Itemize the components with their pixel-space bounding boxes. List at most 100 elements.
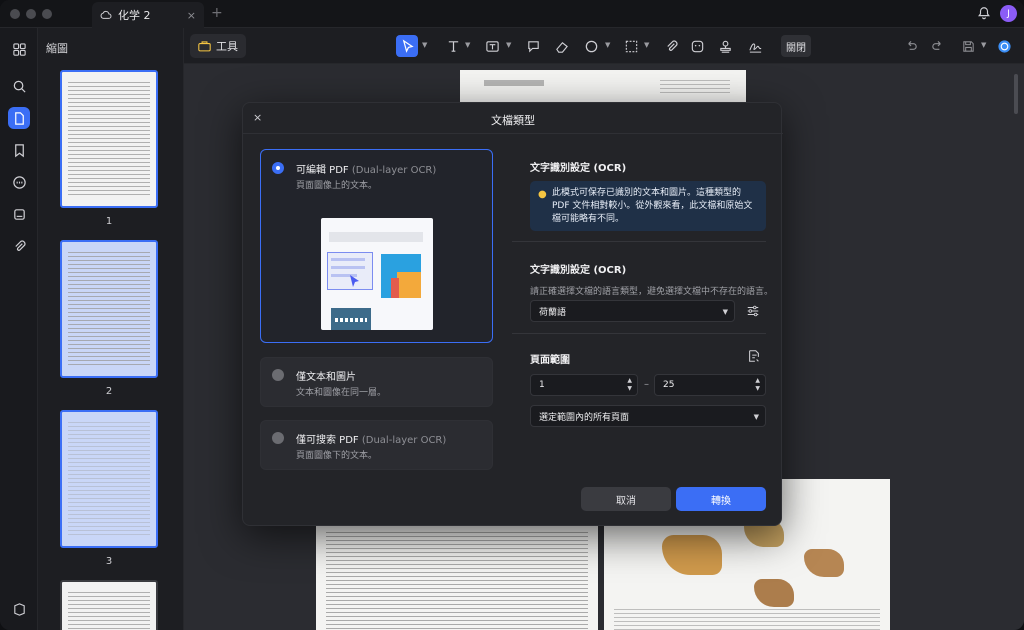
option-title: 僅文本和圖片 xyxy=(296,372,356,383)
signature-tool-button[interactable] xyxy=(746,37,764,55)
option-radio[interactable] xyxy=(272,162,284,174)
range-to-stepper[interactable]: 25 ▲ ▼ xyxy=(654,374,766,396)
page-icon xyxy=(14,111,24,125)
editable-pdf-illustration xyxy=(321,218,433,330)
text-icon xyxy=(448,40,458,52)
circle-icon xyxy=(585,40,597,52)
left-rail xyxy=(0,28,38,630)
area-tool-button[interactable] xyxy=(622,37,640,55)
option-text-and-images[interactable]: 僅文本和圖片 文本和圖像在同一層。 xyxy=(260,357,493,407)
page-settings-icon[interactable] xyxy=(747,349,761,363)
chevron-down-icon: ▼ xyxy=(722,308,728,316)
document-type-dialog: × 文檔類型 可編輯 PDF (Dual-layer OCR) 頁面圖像上的文本… xyxy=(242,102,783,526)
eraser-icon xyxy=(555,41,568,53)
close-edit-button[interactable]: 關閉 xyxy=(781,35,811,57)
thumbnail-page-number: 2 xyxy=(105,386,113,397)
tools-button[interactable]: 工具 xyxy=(190,34,246,58)
window-close-control[interactable] xyxy=(10,9,20,19)
bookmark-icon xyxy=(14,143,24,157)
stamp-tool-button[interactable] xyxy=(716,37,734,55)
option-description: 頁面圖像上的文本。 xyxy=(296,181,378,191)
figure-liver-image xyxy=(754,579,794,607)
undo-button[interactable] xyxy=(902,37,920,55)
chevron-down-icon[interactable]: ▼ xyxy=(981,41,986,49)
signature-icon xyxy=(748,42,761,53)
cloud-icon xyxy=(100,10,112,19)
journal-logo xyxy=(484,80,544,86)
dashed-rect-icon xyxy=(625,40,637,52)
textbox-tool-button[interactable] xyxy=(483,37,501,55)
sliders-icon[interactable] xyxy=(746,304,760,318)
textbox-icon xyxy=(485,40,499,52)
range-from-value: 1 xyxy=(539,380,545,390)
range-dash: – xyxy=(644,379,649,390)
option-radio[interactable] xyxy=(272,369,284,381)
stamp-icon xyxy=(13,208,25,220)
chevron-down-icon[interactable]: ▼ xyxy=(506,41,511,49)
new-tab-button[interactable]: + xyxy=(211,5,223,21)
rail-layers-button[interactable] xyxy=(8,598,30,620)
thumbnail-page-4[interactable] xyxy=(60,580,158,630)
language-select[interactable]: 荷蘭語 ▼ xyxy=(530,300,735,322)
thumbnail-page-3[interactable] xyxy=(60,410,158,548)
rail-comments-button[interactable] xyxy=(8,171,30,193)
grid-icon xyxy=(12,42,26,56)
rail-stamp-button[interactable] xyxy=(8,203,30,225)
user-avatar[interactable]: J xyxy=(1000,5,1017,22)
option-title: 僅可搜索 PDF (Dual-layer OCR) xyxy=(296,435,447,446)
chevron-down-icon[interactable]: ▼ xyxy=(644,41,649,49)
stepper-arrows-icon[interactable]: ▲ ▼ xyxy=(755,377,760,393)
redo-button[interactable] xyxy=(928,37,946,55)
document-tab[interactable]: 化学 2 × xyxy=(92,2,204,28)
convert-button[interactable]: 轉換 xyxy=(676,487,766,511)
ocr-section-title: 文字識別設定 (OCR) xyxy=(530,163,627,174)
eraser-tool-button[interactable] xyxy=(552,37,570,55)
chevron-down-icon[interactable]: ▼ xyxy=(605,41,610,49)
title-bar: 化学 2 × + J xyxy=(0,0,1024,28)
tools-label: 工具 xyxy=(216,40,238,53)
range-from-stepper[interactable]: 1 ▲ ▼ xyxy=(530,374,638,396)
attach-tool-button[interactable] xyxy=(662,37,680,55)
canvas-scrollbar[interactable] xyxy=(1014,74,1018,114)
rail-home-button[interactable] xyxy=(8,38,30,60)
save-button[interactable] xyxy=(959,37,977,55)
rail-attachment-button[interactable] xyxy=(8,235,30,257)
figure-liver-image xyxy=(662,535,722,575)
ai-assistant-button[interactable] xyxy=(995,37,1013,55)
select-tool-button[interactable] xyxy=(396,35,418,57)
thumbnail-page-1[interactable] xyxy=(60,70,158,208)
rail-thumbnails-button[interactable] xyxy=(8,107,30,129)
shape-tool-button[interactable] xyxy=(582,37,600,55)
chevron-down-icon[interactable]: ▼ xyxy=(422,41,427,49)
option-editable-pdf[interactable]: 可編輯 PDF (Dual-layer OCR) 頁面圖像上的文本。 xyxy=(260,149,493,343)
option-title: 可編輯 PDF (Dual-layer OCR) xyxy=(296,165,437,176)
figure-caption-lines xyxy=(614,609,880,630)
text-tool-button[interactable] xyxy=(444,37,462,55)
app-window: 化学 2 × + J 縮圖 1 2 3 工具 ▼ ▼ ▼ ▼ ▼ 關閉 ▼ × … xyxy=(0,0,1024,630)
language-hint: 請正確選擇文檔的語言類型，避免選擇文檔中不存在的語言。 xyxy=(530,287,774,297)
language-section-title: 文字識別設定 (OCR) xyxy=(530,265,627,276)
option-searchable-pdf[interactable]: 僅可搜索 PDF (Dual-layer OCR) 頁面圖像下的文本。 xyxy=(260,420,493,470)
range-to-value: 25 xyxy=(663,380,675,390)
option-description: 文本和圖像在同一層。 xyxy=(296,388,387,398)
search-icon xyxy=(13,80,26,93)
sticker-tool-button[interactable] xyxy=(688,37,706,55)
thumbnail-panel: 縮圖 1 2 3 xyxy=(38,28,216,630)
range-mode-select[interactable]: 選定範圍內的所有頁面 ▼ xyxy=(530,405,766,427)
comment-icon xyxy=(12,175,26,189)
section-divider xyxy=(512,241,766,242)
tab-close-icon[interactable]: × xyxy=(187,9,196,22)
rail-search-button[interactable] xyxy=(8,75,30,97)
comment-tool-button[interactable] xyxy=(524,37,542,55)
window-minimize-control[interactable] xyxy=(26,9,36,19)
bell-icon[interactable] xyxy=(977,6,991,20)
window-zoom-control[interactable] xyxy=(42,9,52,19)
stepper-arrows-icon[interactable]: ▲ ▼ xyxy=(627,377,632,393)
rail-bookmark-button[interactable] xyxy=(8,139,30,161)
cancel-button[interactable]: 取消 xyxy=(581,487,671,511)
cursor-icon xyxy=(402,38,414,53)
dialog-title: 文檔類型 xyxy=(491,114,535,127)
chevron-down-icon[interactable]: ▼ xyxy=(465,41,470,49)
thumbnail-page-2[interactable] xyxy=(60,240,158,378)
option-radio[interactable] xyxy=(272,432,284,444)
